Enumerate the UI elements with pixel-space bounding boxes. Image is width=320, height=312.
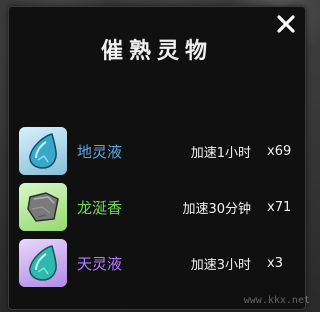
item-effect: 加速3小时 [190, 257, 251, 273]
accelerate-dialog: 催熟灵物 地灵液 加速1小时 x69 龙涎香 加速30分钟 x71 天灵液 加速… [8, 6, 306, 310]
teal-crystal-drop-icon [29, 245, 57, 281]
item-count: x69 [267, 143, 292, 159]
item-icon-frame [19, 183, 67, 231]
watermark: www.kkx.net [243, 295, 310, 306]
item-effect: 加速30分钟 [182, 201, 251, 217]
item-count: x3 [267, 255, 283, 271]
close-icon [277, 15, 295, 33]
item-row-tianlingye[interactable]: 天灵液 加速3小时 x3 [19, 239, 301, 287]
item-count: x71 [267, 199, 292, 215]
item-icon-frame [19, 239, 67, 287]
blue-crystal-drop-icon [29, 133, 57, 169]
gray-stone-icon [27, 192, 59, 222]
item-name: 龙涎香 [77, 198, 123, 217]
item-row-longxianxiang[interactable]: 龙涎香 加速30分钟 x71 [19, 183, 301, 231]
item-row-dilingye[interactable]: 地灵液 加速1小时 x69 [19, 127, 301, 175]
item-icon-frame [19, 127, 67, 175]
item-list: 地灵液 加速1小时 x69 龙涎香 加速30分钟 x71 天灵液 加速3小时 x… [19, 127, 301, 295]
item-name: 地灵液 [77, 142, 123, 161]
dialog-title: 催熟灵物 [100, 38, 213, 64]
item-name: 天灵液 [77, 254, 123, 273]
item-effect: 加速1小时 [190, 145, 251, 161]
close-button[interactable] [275, 13, 297, 35]
